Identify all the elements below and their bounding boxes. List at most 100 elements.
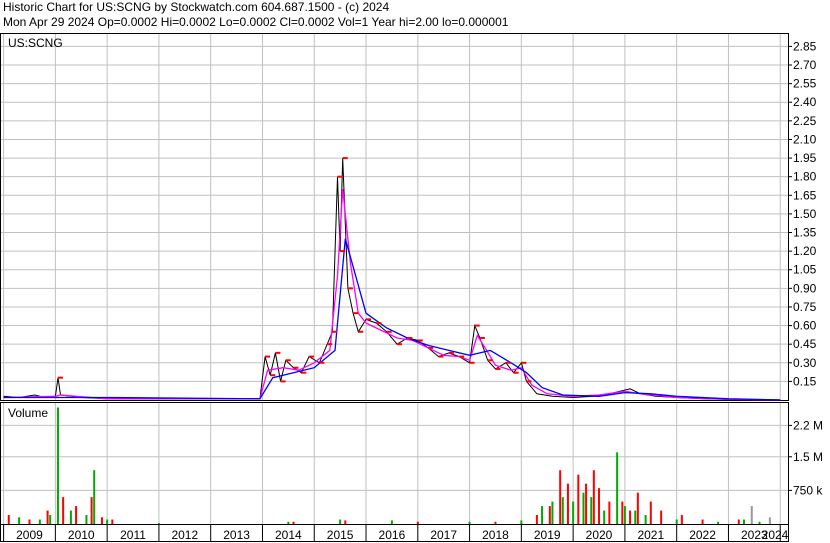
price-tick-label: 2.70 [793,58,817,72]
year-label: 2024 [762,528,789,542]
volume-bar-down [535,515,538,524]
volume-bar-up [18,517,21,524]
volume-bar-down [46,510,49,524]
short-average-line [3,189,781,401]
volume-bar-down [608,501,611,524]
price-tick-label: 0.30 [793,356,817,370]
year-label: 2016 [379,528,406,542]
long-average-line [3,238,781,401]
volume-bar-up [582,492,585,524]
price-tick-label: 2.40 [793,95,817,109]
volume-bar-down [344,520,347,524]
volume-bar-up [634,510,637,524]
volume-bar-up [157,523,160,524]
volume-bar-down [585,483,588,524]
volume-bar-down [292,521,295,524]
volume-bar-up [590,497,593,524]
volume-bar-up [49,515,52,524]
price-tick-label: 0.45 [793,337,817,351]
price-tick-label: 2.85 [793,39,817,53]
price-tick-label: 2.55 [793,77,817,91]
volume-bar-down [62,497,65,524]
price-tick-label: 1.05 [793,263,817,277]
year-label: 2021 [637,528,664,542]
volume-bar-down [90,497,93,524]
year-label: 2010 [68,528,95,542]
volume-bar-down [629,510,632,524]
volume-panel-title: Volume [8,406,48,420]
year-label: 2012 [171,528,198,542]
volume-bar-down [416,521,419,524]
volume-bar-down [598,488,601,524]
price-tick-label: 1.35 [793,226,817,240]
year-label: 2009 [16,528,43,542]
volume-bar-up [603,510,606,524]
volume-bar-down [701,519,704,524]
volume-bar-up [717,521,720,524]
volume-bar-down [636,492,639,524]
volume-bar-down [559,470,562,524]
year-label: 2022 [689,528,716,542]
volume-bar-up [551,501,554,524]
year-label: 2015 [327,528,354,542]
volume-bar-down [494,521,497,524]
volume-tick-label: 750 k [793,483,823,497]
volume-bar-up [106,519,109,524]
year-label: 2019 [534,528,561,542]
volume-bar-up [468,521,471,524]
volume-bar-flat [750,506,753,524]
volume-bar-down [28,519,31,524]
price-tick-label: 0.60 [793,319,817,333]
volume-bar-up [541,506,544,524]
price-tick-label: 2.10 [793,132,817,146]
volume-bar-up [38,519,41,524]
volume-panel-frame [0,402,789,525]
price-tick-label: 0.15 [793,374,817,388]
volume-bar-down [660,510,663,524]
volume-bar-up [675,519,678,524]
volume-bar-down [111,519,114,524]
volume-tick-label: 2.2 M [793,418,823,432]
volume-bar-up [644,515,647,524]
stock-chart: US:SCNG Volume 2.85 2.70 2.55 2.40 2.25 2.10 1… [0,33,823,542]
volume-bar-down [621,501,624,524]
volume-bar-down [649,501,652,524]
year-label: 2011 [120,528,146,542]
price-tick-label: 0.90 [793,281,817,295]
price-tick-label: 1.50 [793,207,817,221]
volume-bar-up [69,510,72,524]
volume-bar-down [566,483,569,524]
price-tick-label: 0.75 [793,300,817,314]
volume-bar-down [577,474,580,524]
price-tick-label: 2.25 [793,114,817,128]
price-panel-frame [0,33,789,401]
year-label: 2013 [223,528,250,542]
year-label: 2014 [275,528,302,542]
volume-bar-up [623,506,626,524]
volume-bar-up [287,521,290,524]
price-panel-title: US:SCNG [8,36,63,50]
volume-bar-down [737,519,740,524]
year-label: 2018 [482,528,509,542]
volume-bar-up [572,501,575,524]
volume-bar-down [680,515,683,524]
volume-bar-up [742,519,745,524]
price-tick-label: 1.80 [793,170,817,184]
volume-bar-down [548,506,551,524]
volume-bar-up [616,452,619,524]
volume-bar-flat [768,517,771,524]
volume-bar-down [75,506,78,524]
volume-bar-up [390,520,393,524]
volume-bar-down [7,515,10,524]
volume-bar-up [520,520,523,524]
volume-bar-down [100,517,103,524]
volume-tick-label: 1.5 M [793,450,823,464]
year-label: 2017 [430,528,457,542]
volume-bar-up [561,497,564,524]
price-line [3,158,781,401]
volume-bar-up [758,521,761,524]
volume-bar-down [592,470,595,524]
volume-bar-up [339,519,342,524]
price-tick-label: 1.95 [793,151,817,165]
volume-bar-up [85,515,88,524]
